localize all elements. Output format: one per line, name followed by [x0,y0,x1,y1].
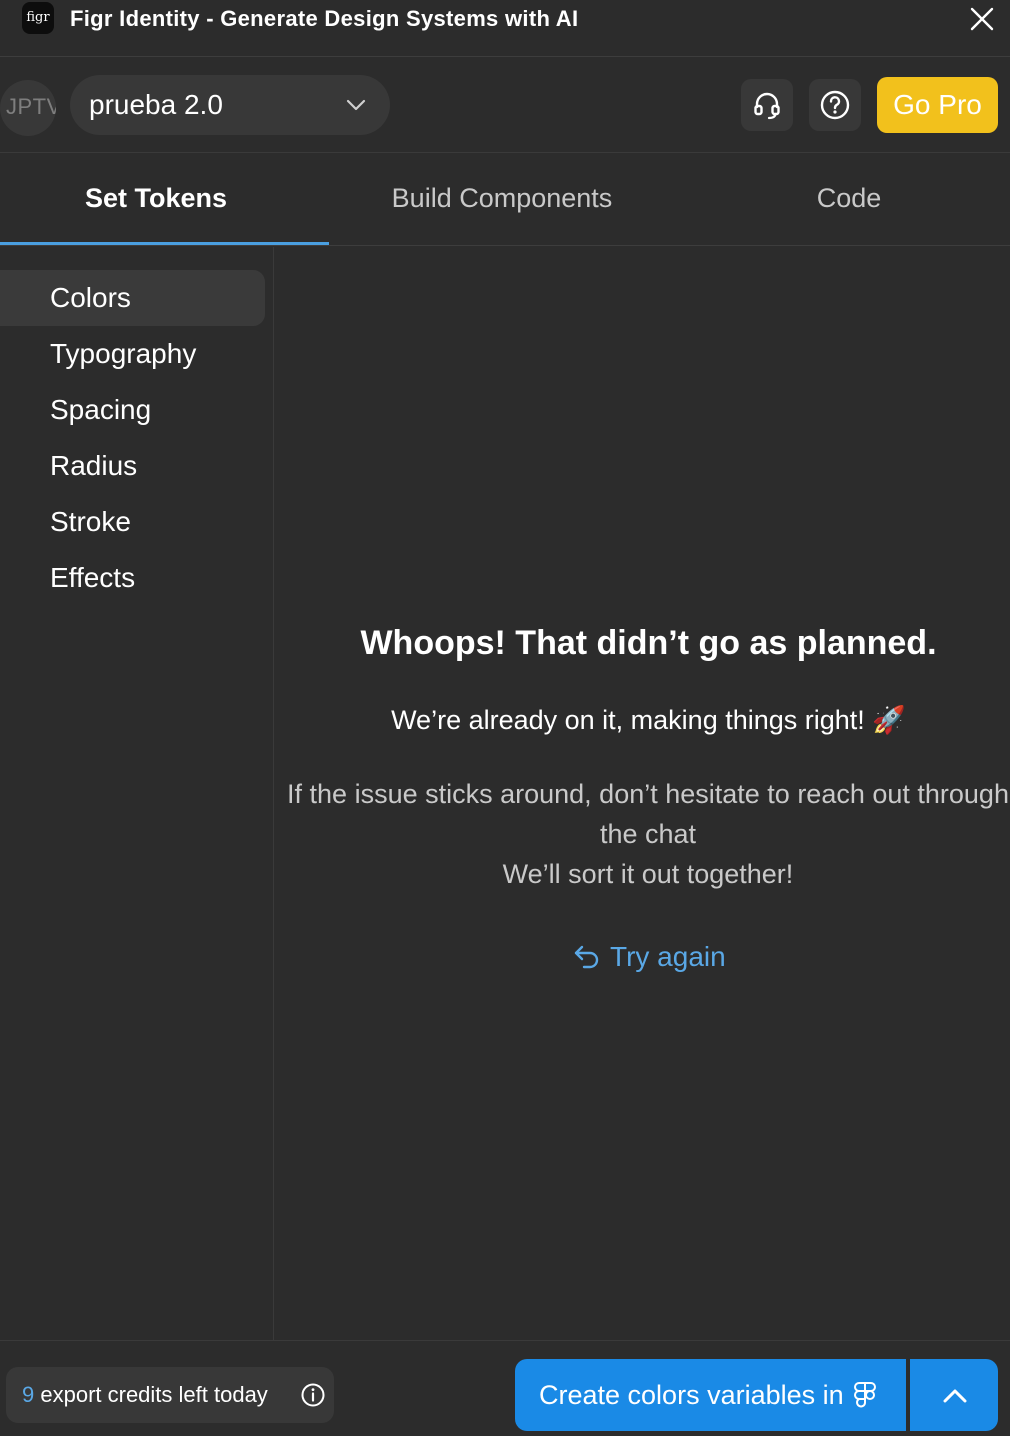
try-again-link[interactable]: Try again [572,941,726,981]
support-button[interactable] [741,79,793,131]
help-button[interactable] [809,79,861,131]
project-name: prueba 2.0 [89,89,223,120]
sidebar-item-spacing[interactable]: Spacing [0,382,265,438]
avatar[interactable]: JPTV [0,80,56,136]
error-help-line: If the issue sticks around, don’t hesita… [287,779,1009,809]
error-help-line: We’ll sort it out together! [502,859,794,889]
expand-button[interactable] [910,1359,998,1431]
tab-build-components[interactable]: Build Components [340,154,664,244]
active-tab-indicator [0,242,329,245]
sidebar-item-typography[interactable]: Typography [0,326,265,382]
credits-count: 9 [22,1382,35,1407]
tab-code[interactable]: Code [740,154,958,244]
error-help-text: If the issue sticks around, don’t hesita… [276,774,1010,894]
credits-badge[interactable]: 9 export credits left today [6,1367,334,1423]
header-bar: JPTV prueba 2.0 Go Pro [0,58,1010,153]
sidebar-item-effects[interactable]: Effects [0,550,265,606]
sidebar-item-stroke[interactable]: Stroke [0,494,265,550]
create-variables-label: Create colors variables in [539,1380,844,1410]
undo-arrow-icon [574,945,599,969]
app-logo: figr [22,2,54,34]
figma-icon [854,1382,876,1408]
error-subtitle: We’re already on it, making things right… [391,705,906,735]
error-title: Whoops! That didn’t go as planned. [360,624,937,662]
close-button[interactable] [966,3,998,35]
tab-set-tokens[interactable]: Set Tokens [0,154,312,244]
close-icon [970,7,994,31]
title-bar: figr Figr Identity - Generate Design Sys… [0,0,1010,57]
info-circle-icon [301,1383,325,1407]
sidebar-item-radius[interactable]: Radius [0,438,265,494]
window-title: Figr Identity - Generate Design Systems … [70,6,579,31]
token-sidebar: Colors Typography Spacing Radius Stroke … [0,247,274,1340]
go-pro-button[interactable]: Go Pro [877,77,998,133]
avatar-initials: JPTV [6,94,56,119]
chevron-down-icon [346,99,366,111]
try-again-label: Try again [610,941,726,972]
error-help-line: the chat [599,819,697,849]
project-dropdown[interactable]: prueba 2.0 [70,75,390,135]
question-circle-icon [820,90,850,120]
chevron-up-icon [943,1389,967,1403]
credits-label: export credits left today [34,1382,268,1407]
headset-icon [754,92,780,120]
footer-bar: 9 export credits left today Create color… [0,1340,1010,1436]
sidebar-item-colors[interactable]: Colors [0,270,265,326]
create-variables-button[interactable]: Create colors variables in [515,1359,906,1431]
tab-bar: Set Tokens Build Components Code [0,154,1010,246]
